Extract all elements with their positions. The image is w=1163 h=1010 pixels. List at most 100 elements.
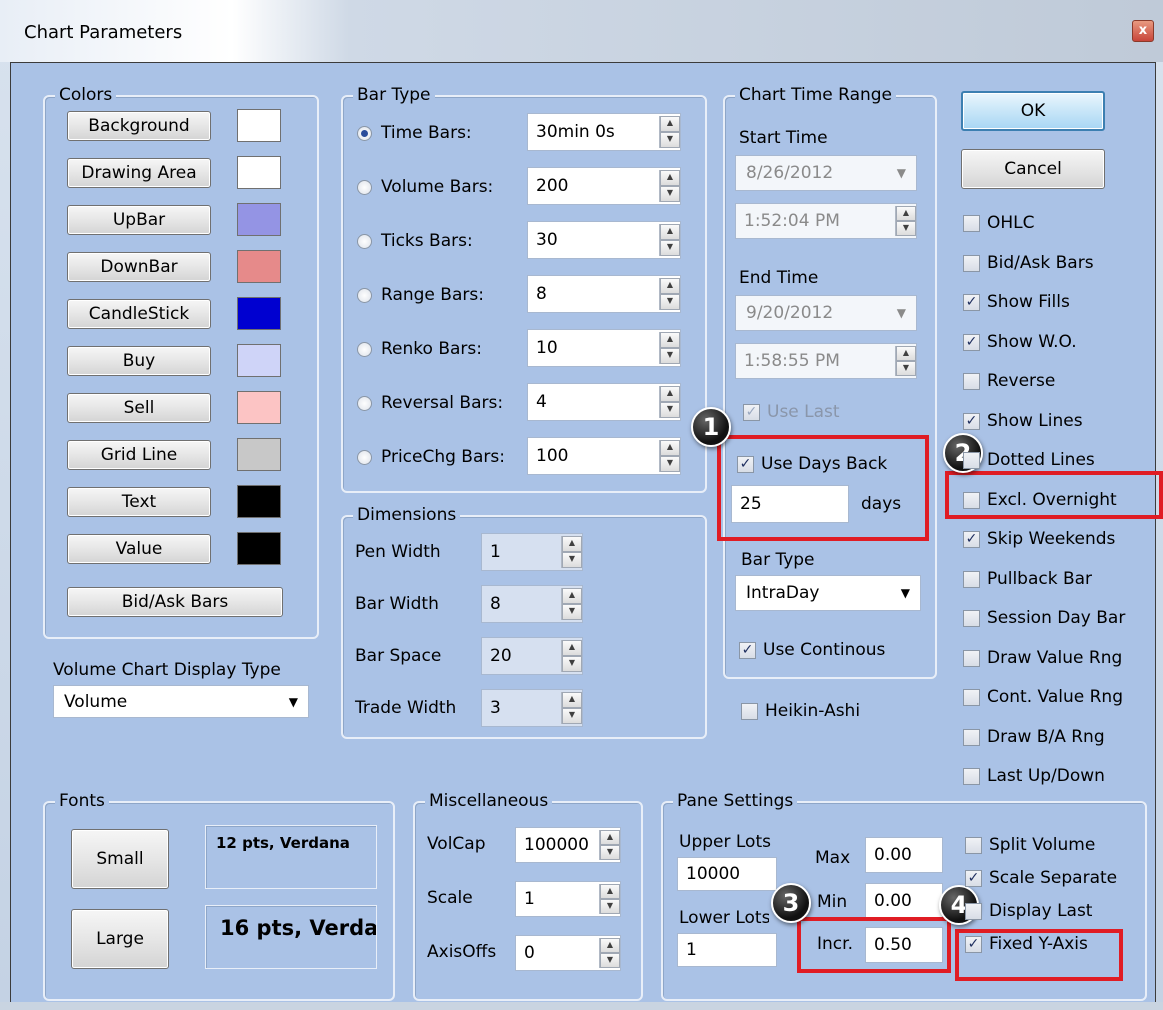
spin-down-icon[interactable]: ▼ xyxy=(660,294,680,310)
spin-up-icon[interactable]: ▲ xyxy=(562,640,582,656)
bar-type-radio[interactable] xyxy=(357,450,372,465)
option-checkbox[interactable]: ✓ xyxy=(963,333,980,351)
end-time-spinner[interactable]: ▲ ▼ xyxy=(895,346,916,376)
spin-down-icon[interactable]: ▼ xyxy=(660,132,680,148)
bar-type-input[interactable]: 4 xyxy=(527,383,681,421)
spinner[interactable]: ▲ ▼ xyxy=(659,170,680,202)
option-checkbox[interactable] xyxy=(963,728,980,746)
spin-down-icon[interactable]: ▼ xyxy=(660,456,680,472)
color-button[interactable]: CandleStick xyxy=(67,299,211,329)
bar-type-radio[interactable] xyxy=(357,234,372,249)
small-font-button[interactable]: Small xyxy=(71,829,169,889)
start-time-spinner[interactable]: ▲ ▼ xyxy=(895,206,916,236)
bar-type-input[interactable]: 200 xyxy=(527,167,681,205)
bar-type-radio[interactable] xyxy=(357,180,372,195)
spinner[interactable]: ▲ ▼ xyxy=(659,332,680,364)
pane-option-checkbox[interactable]: ✓ xyxy=(965,936,982,953)
option-checkbox[interactable] xyxy=(963,452,980,469)
color-button[interactable]: Background xyxy=(67,111,211,141)
color-button[interactable]: Buy xyxy=(67,346,211,376)
pane-option-checkbox[interactable]: ✓ xyxy=(965,870,982,887)
large-font-button[interactable]: Large xyxy=(71,909,169,969)
color-swatch[interactable] xyxy=(237,532,281,565)
color-button[interactable]: Value xyxy=(67,534,211,564)
color-swatch[interactable] xyxy=(237,297,281,330)
spin-down-icon[interactable]: ▼ xyxy=(562,552,582,568)
color-swatch[interactable] xyxy=(237,485,281,518)
time-range-bar-type-select[interactable]: IntraDay ▼ xyxy=(735,575,921,611)
spin-up-icon[interactable]: ▲ xyxy=(600,884,620,899)
option-checkbox[interactable] xyxy=(963,373,980,390)
option-checkbox[interactable] xyxy=(963,610,980,627)
option-checkbox[interactable] xyxy=(963,491,980,509)
spinner[interactable]: ▲ ▼ xyxy=(659,116,680,148)
upper-lots-input[interactable]: 10000 xyxy=(677,857,777,891)
pane-option-checkbox[interactable] xyxy=(965,903,982,920)
spin-down-icon[interactable]: ▼ xyxy=(562,708,582,724)
option-checkbox[interactable]: ✓ xyxy=(963,531,980,548)
title-bar[interactable]: Chart Parameters x xyxy=(0,0,1163,62)
bar-type-input[interactable]: 30min 0s xyxy=(527,113,681,151)
spin-up-icon[interactable]: ▲ xyxy=(660,386,680,402)
color-swatch[interactable] xyxy=(237,438,281,471)
bar-type-input[interactable]: 8 xyxy=(527,275,681,313)
spin-up-icon[interactable]: ▲ xyxy=(660,332,680,348)
spinner[interactable]: ▲ ▼ xyxy=(561,640,582,672)
option-checkbox[interactable] xyxy=(963,215,980,232)
bar-type-input[interactable]: 10 xyxy=(527,329,681,367)
spin-down-icon[interactable]: ▼ xyxy=(660,402,680,418)
bar-type-input[interactable]: 100 xyxy=(527,437,681,475)
spinner[interactable]: ▲ ▼ xyxy=(599,938,620,968)
spin-up-icon[interactable]: ▲ xyxy=(896,346,916,361)
spinner[interactable]: ▲ ▼ xyxy=(659,440,680,472)
end-date-picker[interactable]: 9/20/2012 ▼ xyxy=(735,295,917,331)
option-checkbox[interactable] xyxy=(963,689,980,706)
bar-type-radio[interactable] xyxy=(357,342,372,357)
spin-up-icon[interactable]: ▲ xyxy=(660,278,680,294)
spin-down-icon[interactable]: ▼ xyxy=(600,953,620,968)
spin-down-icon[interactable]: ▼ xyxy=(896,361,916,376)
color-button[interactable]: Grid Line xyxy=(67,440,211,470)
option-checkbox[interactable]: ✓ xyxy=(963,294,980,311)
bar-type-radio[interactable] xyxy=(357,126,372,141)
pane-option-checkbox[interactable] xyxy=(965,837,982,854)
color-swatch[interactable] xyxy=(237,391,281,424)
spinner[interactable]: ▲ ▼ xyxy=(561,588,582,620)
color-swatch[interactable] xyxy=(237,250,281,283)
lower-lots-input[interactable]: 1 xyxy=(677,933,777,967)
spin-down-icon[interactable]: ▼ xyxy=(896,221,916,236)
spin-up-icon[interactable]: ▲ xyxy=(562,536,582,552)
color-button[interactable]: DownBar xyxy=(67,252,211,282)
max-input[interactable]: 0.00 xyxy=(865,837,943,873)
spin-up-icon[interactable]: ▲ xyxy=(600,830,620,845)
color-button[interactable]: Text xyxy=(67,487,211,517)
spin-up-icon[interactable]: ▲ xyxy=(660,224,680,240)
spin-up-icon[interactable]: ▲ xyxy=(660,440,680,456)
option-checkbox[interactable]: ✓ xyxy=(963,412,980,430)
spinner[interactable]: ▲ ▼ xyxy=(599,884,620,914)
spin-down-icon[interactable]: ▼ xyxy=(562,604,582,620)
spinner[interactable]: ▲ ▼ xyxy=(599,830,620,860)
color-button[interactable]: UpBar xyxy=(67,205,211,235)
bar-type-input[interactable]: 30 xyxy=(527,221,681,259)
color-button[interactable]: Drawing Area xyxy=(67,158,211,188)
spin-up-icon[interactable]: ▲ xyxy=(600,938,620,953)
start-time-field[interactable]: 1:52:04 PM xyxy=(735,203,917,239)
spinner[interactable]: ▲ ▼ xyxy=(561,536,582,568)
spinner[interactable]: ▲ ▼ xyxy=(561,692,582,724)
option-checkbox[interactable] xyxy=(963,254,980,272)
spin-up-icon[interactable]: ▲ xyxy=(562,588,582,604)
spin-up-icon[interactable]: ▲ xyxy=(660,170,680,186)
spinner[interactable]: ▲ ▼ xyxy=(659,278,680,310)
option-checkbox[interactable] xyxy=(963,768,980,785)
spinner[interactable]: ▲ ▼ xyxy=(659,386,680,418)
start-date-picker[interactable]: 8/26/2012 ▼ xyxy=(735,155,917,191)
color-swatch[interactable] xyxy=(237,109,281,142)
spin-up-icon[interactable]: ▲ xyxy=(896,206,916,221)
spinner[interactable]: ▲ ▼ xyxy=(659,224,680,256)
spin-down-icon[interactable]: ▼ xyxy=(660,186,680,202)
color-button[interactable]: Sell xyxy=(67,393,211,423)
min-input[interactable]: 0.00 xyxy=(865,883,943,919)
spin-down-icon[interactable]: ▼ xyxy=(562,656,582,672)
spin-down-icon[interactable]: ▼ xyxy=(600,845,620,860)
